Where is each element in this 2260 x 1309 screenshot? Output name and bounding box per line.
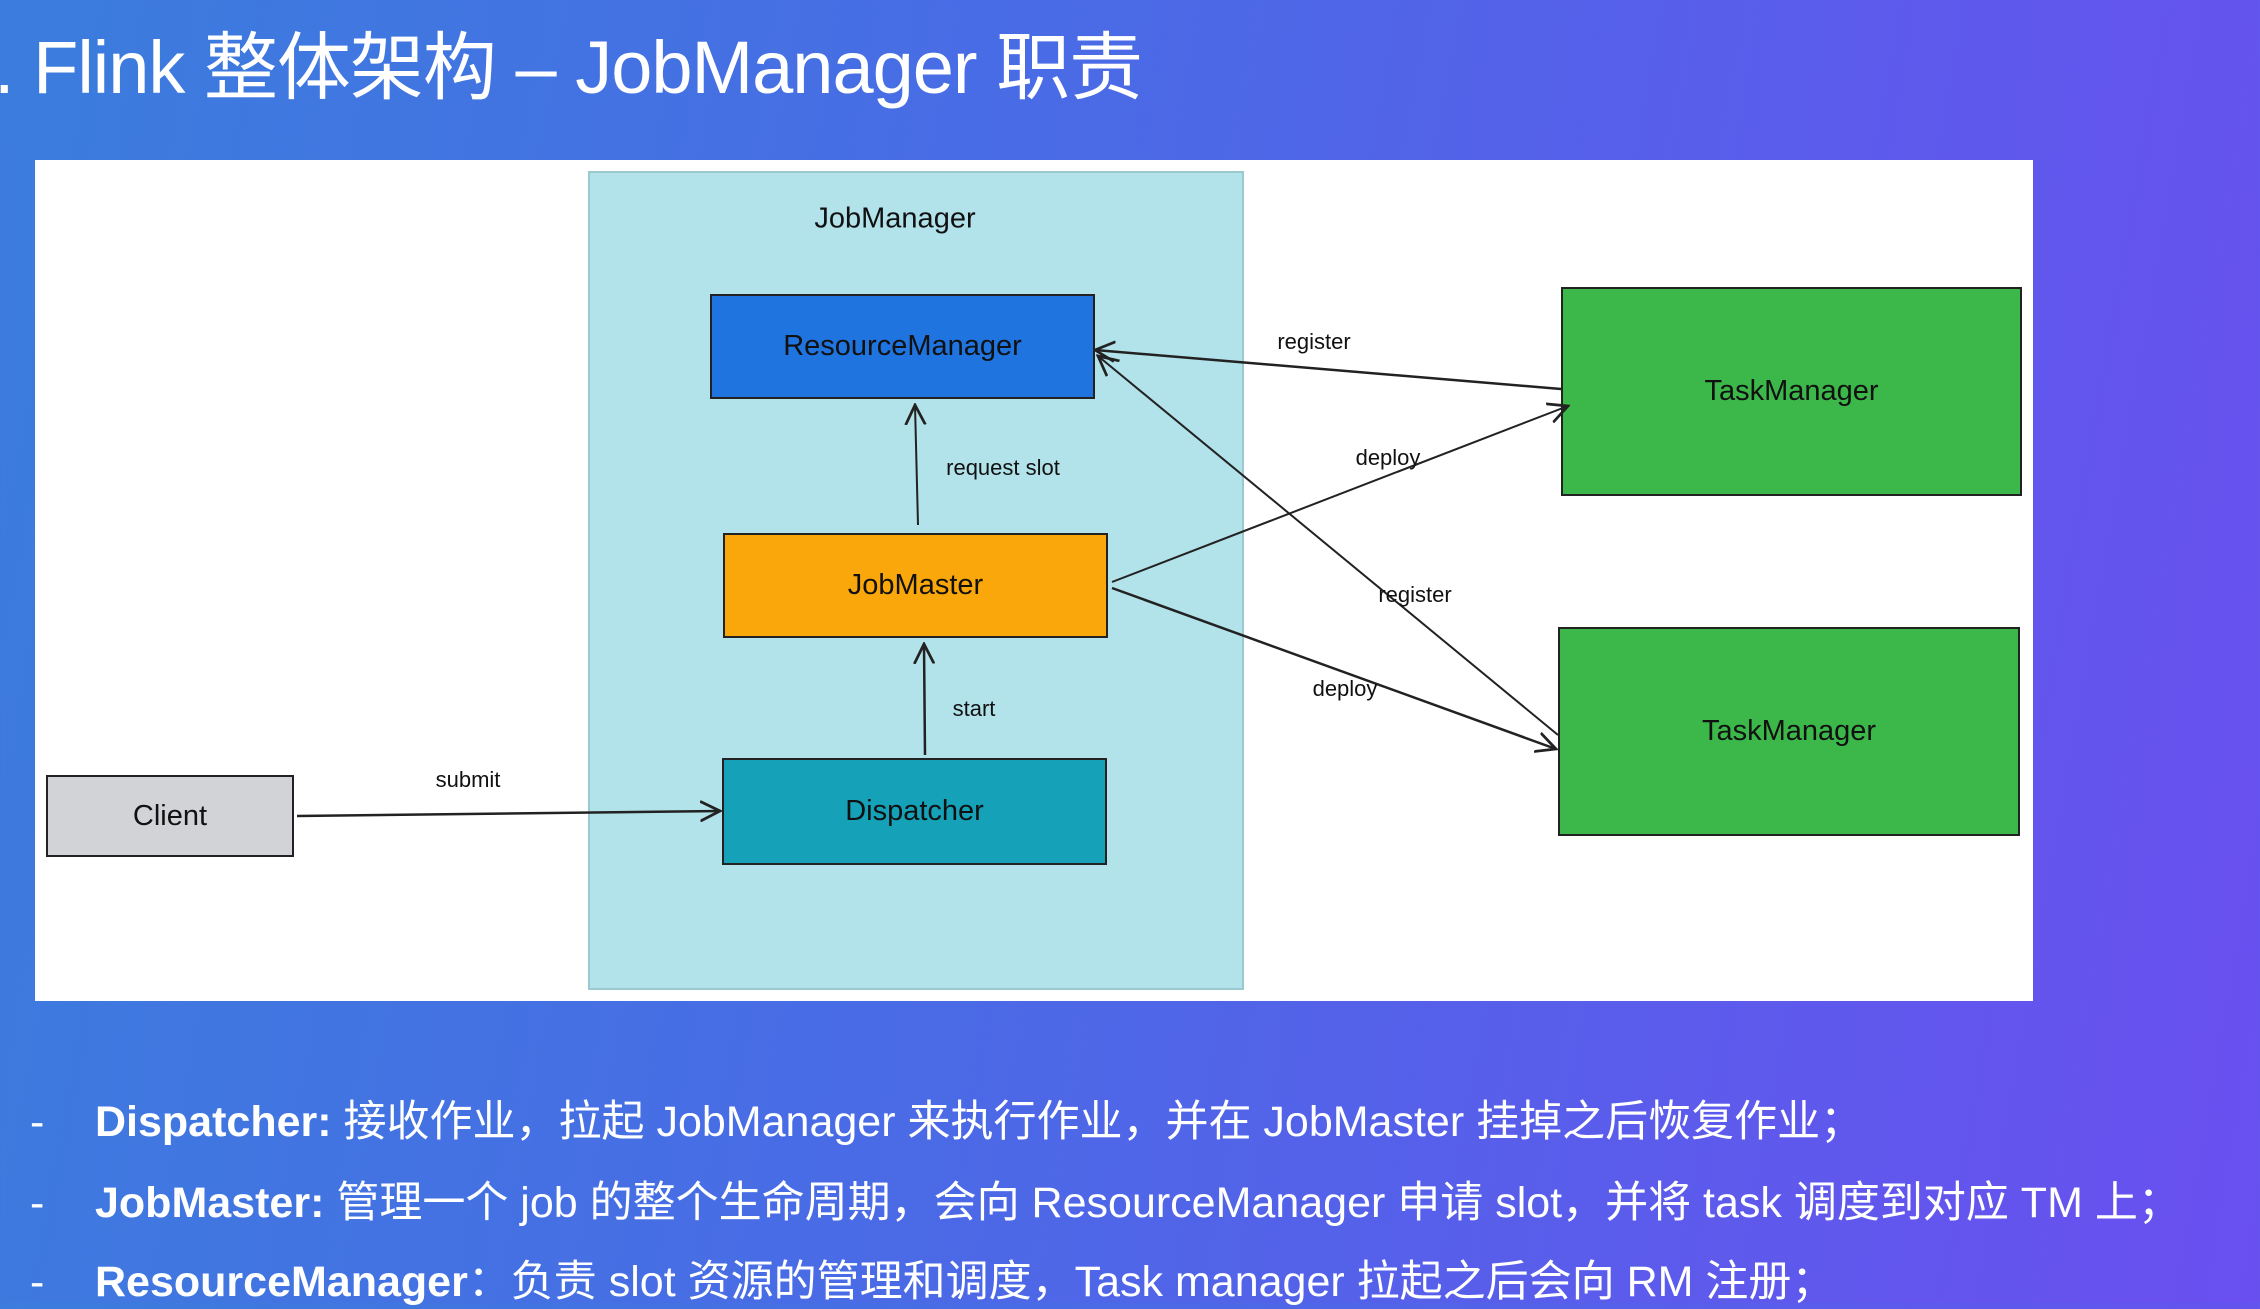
edge-label-register-1: register [1277,329,1351,354]
edge-label-start: start [952,696,996,721]
edge-start [924,644,925,756]
bullet-dispatcher: - Dispatcher: 接收作业，拉起 JobManager 来执行作业，并在… [30,1087,1863,1149]
edge-submit [296,811,720,816]
bullet-term: ResourceManager [95,1258,468,1306]
edge-deploy-tm2 [1111,586,1556,749]
bullet-dash: - [30,1179,45,1227]
bullet-term: JobMaster: [95,1179,325,1227]
bullet-text: 接收作业，拉起 JobManager 来执行作业，并在 JobMaster 挂掉… [331,1098,1864,1146]
edge-label-register-2: register [1378,582,1452,607]
bullet-resourcemanager: - ResourceManager：负责 slot 资源的管理和调度，Task m… [30,1247,1834,1309]
bullet-dash: - [30,1098,45,1146]
bullet-text: ：负责 slot 资源的管理和调度，Task manager 拉起之后会向 RM… [467,1258,1835,1306]
edge-request-slot [915,405,918,526]
edge-label-request-slot: request slot [946,455,1060,480]
edge-label-deploy-1: deploy [1355,445,1421,470]
bullet-text: 管理一个 job 的整个生命周期，会向 ResourceManager 申请 s… [324,1179,2181,1227]
bullet-term: Dispatcher: [95,1098,332,1146]
edge-label-submit: submit [435,767,501,792]
edge-label-deploy-2: deploy [1312,676,1378,701]
edge-register-tm1 [1095,350,1562,391]
bullet-dash: - [30,1258,45,1306]
bullet-jobmaster: - JobMaster: 管理一个 job 的整个生命周期，会向 Resource… [30,1168,2181,1230]
